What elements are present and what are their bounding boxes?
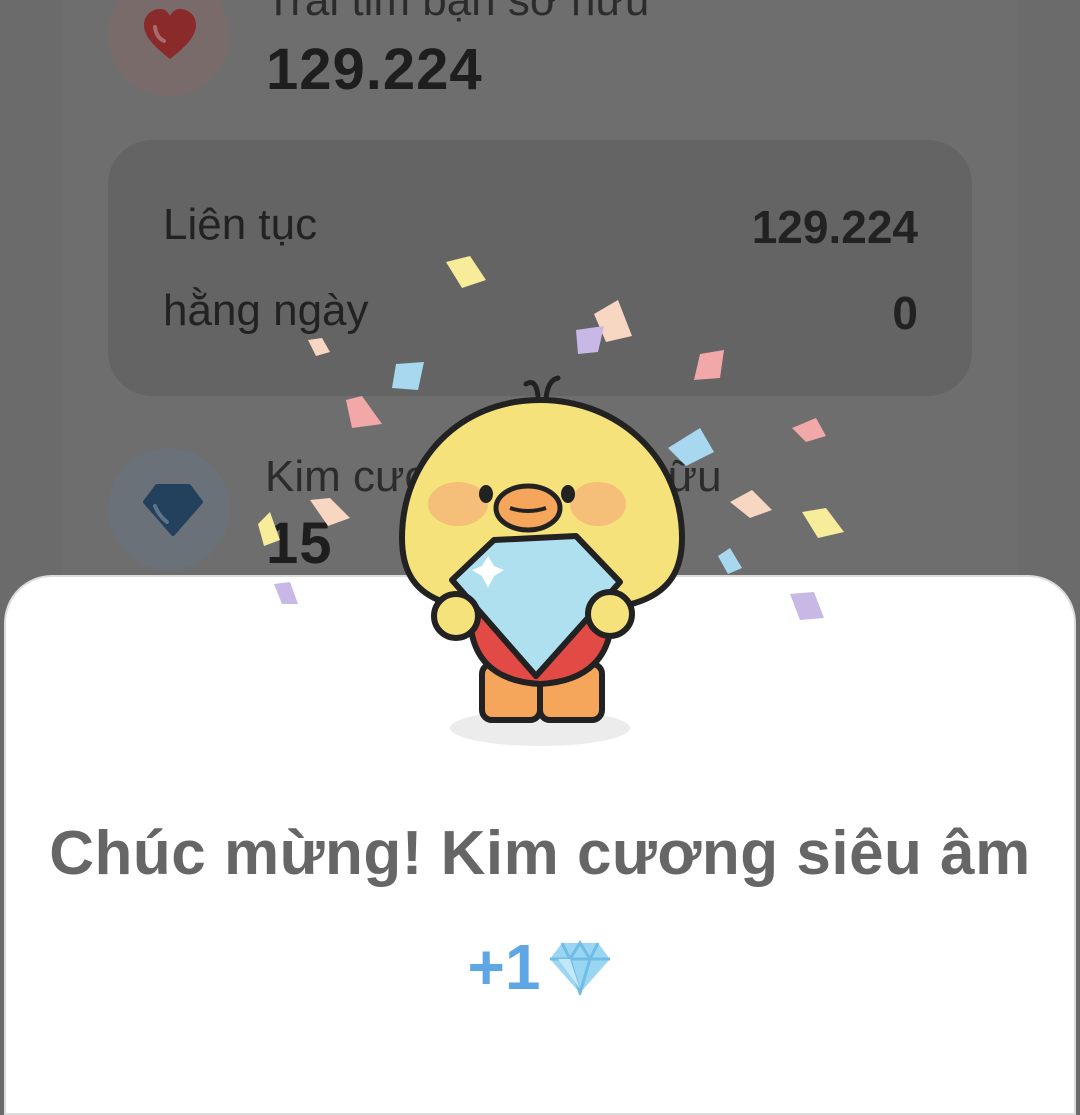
reward-row: +1 <box>0 930 1080 1004</box>
streak-panel <box>108 140 972 396</box>
daily-row-label: hằng ngày <box>163 286 369 335</box>
streak-row-label: Liên tục <box>163 200 318 249</box>
hearts-owned-value: 129.224 <box>266 37 483 102</box>
daily-row-value: 0 <box>892 287 918 339</box>
heart-icon <box>144 9 196 59</box>
hearts-owned-label: Trái tim bạn sở hữu <box>265 0 650 25</box>
reward-amount: +1 <box>467 931 541 1003</box>
duck-holding-diamond-illustration <box>398 375 686 746</box>
diamonds-owned-value: 15 <box>266 511 333 576</box>
streak-row-value: 129.224 <box>751 201 918 253</box>
diamond-icon <box>550 940 611 995</box>
congratulations-title: Chúc mừng! Kim cương siêu âm <box>49 819 1031 888</box>
diamond-icon <box>143 484 203 536</box>
